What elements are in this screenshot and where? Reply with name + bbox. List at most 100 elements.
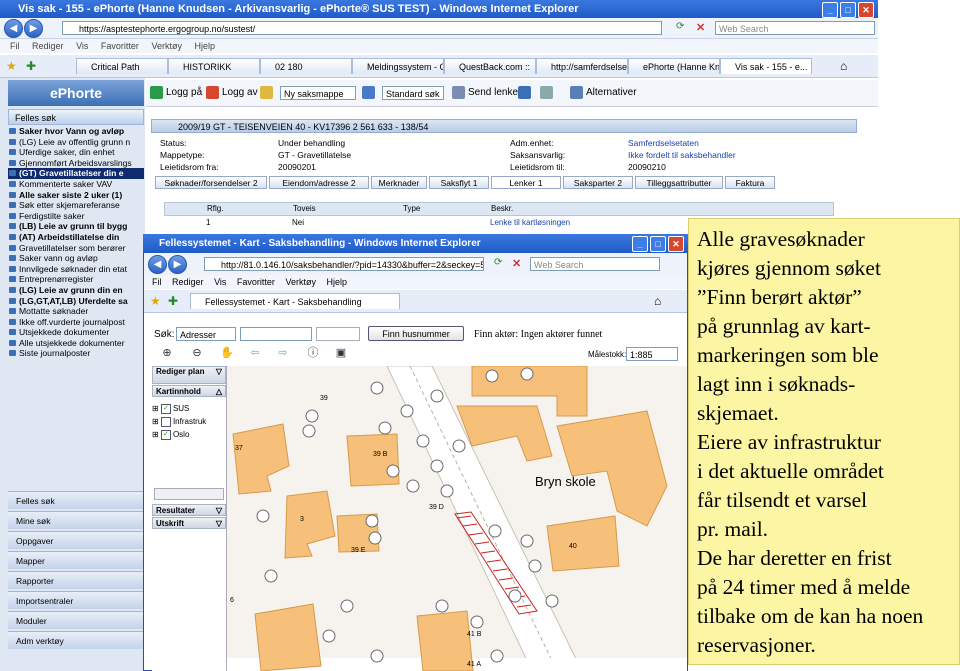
- tab-historikk[interactable]: HISTORIKK: [168, 58, 260, 74]
- menu-fil[interactable]: Fil: [152, 277, 162, 287]
- list-item[interactable]: (LG) Leie av offentlig grunn n: [8, 137, 144, 148]
- maximize-icon[interactable]: □: [650, 236, 666, 252]
- menu-favoritter[interactable]: Favoritter: [101, 41, 139, 51]
- list-item[interactable]: (LG) Leie av grunn din en: [8, 285, 144, 296]
- sok-input[interactable]: [240, 327, 312, 341]
- refresh-icon[interactable]: ⟳: [494, 257, 502, 268]
- list-item[interactable]: Ikke off.vurderte journalpost: [8, 317, 144, 328]
- refresh-icon[interactable]: ⟳: [676, 21, 690, 35]
- list-item[interactable]: Alle utsjekkede dokumenter: [8, 338, 144, 349]
- list-item[interactable]: (AT) Arbeidstillatelse din: [8, 232, 144, 243]
- nav-rapporter[interactable]: Rapporter: [8, 571, 144, 589]
- tab-samferdselse[interactable]: http://samferdselse...: [536, 58, 628, 74]
- list-item[interactable]: Uferdige saker, din enhet: [8, 147, 144, 158]
- tab-eiendom[interactable]: Eiendom/adresse 2: [269, 176, 369, 189]
- map-canvas[interactable]: Bryn skole 39 39 B 37 39 D 3 39 E 40 6 4…: [227, 366, 687, 671]
- list-item[interactable]: Saker hvor Vann og avløp: [8, 126, 144, 137]
- logg-pa-button[interactable]: Logg på: [150, 86, 202, 100]
- nav-mine-sok[interactable]: Mine søk: [8, 511, 144, 529]
- zoom-in-icon[interactable]: ⊕: [160, 346, 174, 360]
- layer-checkbox-infrastruk[interactable]: [160, 416, 171, 427]
- front-web-search-input[interactable]: Web Search: [530, 257, 660, 271]
- menu-rediger[interactable]: Rediger: [32, 41, 64, 51]
- list-item[interactable]: Alle saker siste 2 uker (1): [8, 190, 144, 201]
- scale-select[interactable]: 1:885: [626, 347, 678, 361]
- tab-merknader[interactable]: Merknader: [371, 176, 427, 189]
- stop-icon[interactable]: ✕: [696, 21, 710, 35]
- saksmappe-select[interactable]: Ny saksmappe: [280, 86, 356, 100]
- previous-extent-icon[interactable]: ⇦: [248, 346, 262, 360]
- tab-soknader[interactable]: Søknader/forsendelser 2: [155, 176, 267, 189]
- folder-icon[interactable]: [260, 86, 276, 100]
- rediger-plan-header[interactable]: Rediger plan ▽: [152, 366, 226, 384]
- tab-saksparter[interactable]: Saksparter 2: [563, 176, 633, 189]
- send-lenke-button[interactable]: Send lenke: [452, 86, 518, 100]
- list-item[interactable]: Mottatte søknader: [8, 306, 144, 317]
- alternativer-button[interactable]: Alternativer: [570, 86, 637, 100]
- menu-vis[interactable]: Vis: [214, 277, 226, 287]
- list-item-selected[interactable]: (GT) Gravetillatelser din e: [8, 168, 144, 179]
- front-window-titlebar[interactable]: Fellessystemet - Kart - Saksbehandling -…: [143, 234, 688, 253]
- standard-sok-select[interactable]: Standard søk: [382, 86, 444, 100]
- nav-adm-verktoy[interactable]: Adm verktøy: [8, 631, 144, 649]
- forward-arrow-icon[interactable]: ▶: [24, 19, 43, 38]
- finn-husnummer-button[interactable]: Finn husnummer: [368, 326, 464, 341]
- resultater-header[interactable]: Resultater ▽: [152, 504, 226, 516]
- nav-importsentraler[interactable]: Importsentraler: [8, 591, 144, 609]
- list-item[interactable]: (LB) Leie av grunn til bygg: [8, 221, 144, 232]
- menu-hjelp[interactable]: Hjelp: [194, 41, 215, 51]
- list-item[interactable]: Gjennomført Arbeidsvarslings: [8, 158, 144, 169]
- zoom-out-icon[interactable]: ⊖: [190, 346, 204, 360]
- menu-hjelp[interactable]: Hjelp: [326, 277, 347, 287]
- menu-vis[interactable]: Vis: [76, 41, 88, 51]
- layer-checkbox-sus[interactable]: ✓: [160, 403, 171, 414]
- home-icon[interactable]: ⌂: [840, 59, 847, 73]
- nav-mapper[interactable]: Mapper: [8, 551, 144, 569]
- tab-lenker[interactable]: Lenker 1: [491, 176, 561, 189]
- logg-av-button[interactable]: Logg av: [206, 86, 258, 100]
- tab-critical-path[interactable]: Critical Path: [76, 58, 168, 74]
- tab-fellessystemet[interactable]: Fellessystemet - Kart - Saksbehandling: [190, 293, 400, 309]
- maximize-icon[interactable]: □: [840, 2, 856, 18]
- kartlosning-link[interactable]: Lenke til kartløsningen: [490, 217, 570, 229]
- close-icon[interactable]: ✕: [668, 236, 684, 252]
- tab-ephorte-hanne[interactable]: ePhorte (Hanne Kn...: [628, 58, 720, 74]
- list-item[interactable]: Utsjekkede dokumenter: [8, 327, 144, 338]
- help-icon[interactable]: [518, 86, 534, 100]
- list-item[interactable]: Ferdigstilte saker: [8, 211, 144, 222]
- nav-oppgaver[interactable]: Oppgaver: [8, 531, 144, 549]
- back-address-input[interactable]: https://asptestephorte.ergogroup.no/sust…: [62, 21, 662, 35]
- list-item[interactable]: Saker vann og avløp: [8, 253, 144, 264]
- list-item[interactable]: (LG,GT,AT,LB) Uferdelte sa: [8, 296, 144, 307]
- list-item[interactable]: Kommenterte saker VAV: [8, 179, 144, 190]
- expand-icon[interactable]: ⊞: [152, 417, 159, 426]
- menu-verktoy[interactable]: Verktøy: [285, 277, 316, 287]
- menu-verktoy[interactable]: Verktøy: [151, 41, 182, 51]
- favorites-star-icon[interactable]: ★: [6, 59, 17, 73]
- info-icon[interactable]: ⓘ: [306, 346, 320, 360]
- add-favorite-icon[interactable]: ✚: [26, 59, 36, 73]
- close-icon[interactable]: ✕: [858, 2, 874, 18]
- tab-vis-sak[interactable]: Vis sak - 155 - e...: [720, 58, 812, 74]
- expand-icon[interactable]: ⊞: [152, 430, 159, 439]
- layer-checkbox-oslo[interactable]: ✓: [160, 429, 171, 440]
- menu-favoritter[interactable]: Favoritter: [237, 277, 275, 287]
- kartinnhold-header[interactable]: Kartinnhold △: [152, 385, 226, 397]
- list-item[interactable]: Gravetillatelser som berører: [8, 243, 144, 254]
- menu-rediger[interactable]: Rediger: [172, 277, 204, 287]
- add-favorite-icon[interactable]: ✚: [168, 294, 178, 308]
- sync-icon[interactable]: [540, 86, 556, 100]
- stop-icon[interactable]: ✕: [512, 257, 521, 270]
- list-item[interactable]: Siste journalposter: [8, 348, 144, 359]
- list-item[interactable]: Søk etter skjemareferanse: [8, 200, 144, 211]
- back-web-search-input[interactable]: Web Search: [715, 21, 875, 35]
- adm-value[interactable]: Samferdselsetaten: [628, 138, 699, 148]
- tab-saksflyt[interactable]: Saksflyt 1: [429, 176, 489, 189]
- saksansvarlig-value[interactable]: Ikke fordelt til saksbehandler: [628, 150, 736, 160]
- back-arrow-icon[interactable]: ◀: [148, 255, 167, 274]
- tab-tilleggsattributter[interactable]: Tilleggsattributter: [635, 176, 723, 189]
- back-arrow-icon[interactable]: ◀: [4, 19, 23, 38]
- camera-icon[interactable]: ▣: [334, 346, 348, 360]
- utskrift-header[interactable]: Utskrift ▽: [152, 517, 226, 529]
- nav-moduler[interactable]: Moduler: [8, 611, 144, 629]
